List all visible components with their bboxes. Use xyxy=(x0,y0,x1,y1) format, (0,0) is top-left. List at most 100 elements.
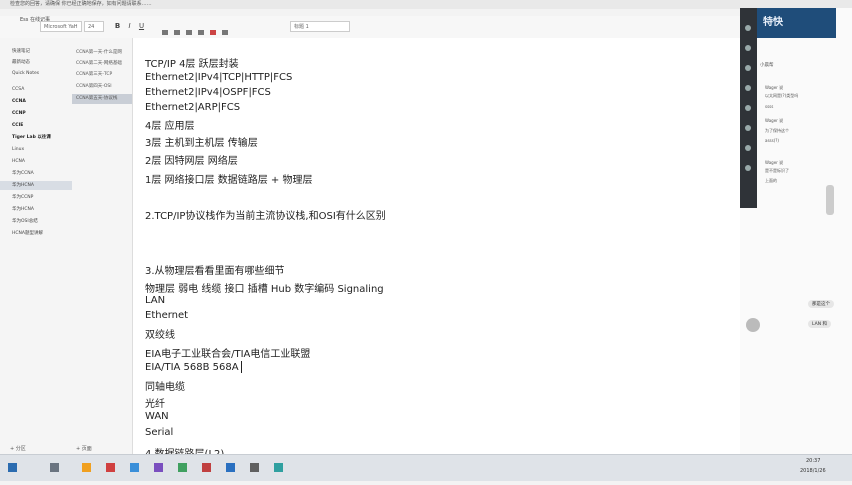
chat-icon xyxy=(745,85,751,91)
page-list-item-selected[interactable]: CCNA第五天-协议栈 xyxy=(76,94,130,103)
page-list-item[interactable]: CCNA第一天-什么是网 xyxy=(76,48,130,57)
share-icon xyxy=(745,65,751,71)
sidebar-section-selected[interactable]: 华为HCNA xyxy=(12,182,72,190)
app-icon xyxy=(226,463,235,472)
chat-header: 特快 xyxy=(757,8,836,38)
users-icon xyxy=(745,105,751,111)
sidebar-section[interactable]: HCNA xyxy=(12,158,72,166)
live-toolbar-strip xyxy=(740,8,757,208)
note-line: EIA电子工业联合会/TIA电信工业联盟 xyxy=(145,349,311,360)
app-icon xyxy=(106,463,115,472)
browser-icon xyxy=(130,463,139,472)
sidebar-section[interactable]: CCNP xyxy=(12,110,72,118)
explorer-icon xyxy=(82,463,91,472)
sidebar-section[interactable]: 华为CCNA xyxy=(12,170,72,178)
note-line: WAN xyxy=(145,411,169,422)
sidebar-section[interactable]: CCIE xyxy=(12,122,72,130)
taskbar-time: 20:37 xyxy=(806,458,821,464)
onenote-icon xyxy=(154,463,163,472)
sidebar-section[interactable]: HCNA题型讲解 xyxy=(12,230,72,238)
note-line: 2层 因特网层 网络层 xyxy=(145,156,238,167)
chat-bubble: 那是这个 xyxy=(808,300,834,308)
note-line: Ethernet2|IPv4|TCP|HTTP|FCS xyxy=(145,72,293,83)
formatting-icons xyxy=(160,22,270,35)
page-list-item[interactable]: CCNA第三天-TCP xyxy=(76,70,130,79)
sidebar-section[interactable]: 华为HCNA xyxy=(12,206,72,214)
highlight-icon xyxy=(210,30,216,35)
align-icon xyxy=(222,30,228,35)
note-editor[interactable]: TCP/IP 4层 跃层封装 Ethernet2|IPv4|TCP|HTTP|F… xyxy=(133,38,740,454)
add-section-button[interactable]: + 分区 xyxy=(10,444,26,454)
note-line: Serial xyxy=(145,427,174,438)
ribbon-toolbar: Ess 在线记事 Microsoft YaH 24 B I U 标题 1 xyxy=(0,16,852,39)
note-line: EIA/TIA 568B 568A xyxy=(145,362,239,373)
start-icon xyxy=(8,463,17,472)
note-line: 2.TCP/IP协议栈作为当前主流协议栈,和OSI有什么区别 xyxy=(145,211,386,222)
font-size-select[interactable]: 24 xyxy=(84,21,104,32)
italic-button[interactable]: I xyxy=(124,21,135,32)
sidebar-section[interactable]: 快速笔记 xyxy=(12,48,72,56)
note-line: 1层 网络接口层 数据链路层 + 物理层 xyxy=(145,175,313,186)
note-line: 4.数据链路层(L2) xyxy=(145,445,224,454)
sidebar-section[interactable]: Quick Notes xyxy=(12,70,72,78)
note-line: 光纤 xyxy=(145,399,165,410)
bullet-list-icon xyxy=(162,30,168,35)
note-line: Ethernet2|ARP|FCS xyxy=(145,102,241,113)
chat-message: 是不是标识了 xyxy=(765,168,789,173)
avatar xyxy=(746,318,760,332)
note-line: 3.从物理层看看里面有哪些细节 xyxy=(145,266,285,277)
note-line: TCP/IP 4层 跃层封装 xyxy=(145,59,239,70)
note-line: 4层 应用层 xyxy=(145,121,195,132)
chat-header-text: 特快 xyxy=(763,17,783,28)
camera-icon xyxy=(745,45,751,51)
sidebar-section[interactable]: Tiger Lab 以往课 xyxy=(12,134,72,142)
chat-bubble: LAN 和 xyxy=(808,320,831,328)
app-icon xyxy=(178,463,187,472)
page-list-item[interactable]: CCNA第四天-OSI xyxy=(76,82,130,91)
note-line: 物理层 弱电 线缆 接口 插槽 Hub 数字编码 Signaling xyxy=(145,284,384,295)
taskbar-icons xyxy=(8,463,283,472)
sidebar-section[interactable]: CCNA xyxy=(12,98,72,106)
chat-message: Wager 说 xyxy=(765,85,784,90)
chat-message: 上面的 xyxy=(765,178,777,183)
chat-message: Wager 说 xyxy=(765,118,784,123)
taskbar: 20:37 2018/1/26 xyxy=(0,454,852,481)
chat-message: Wager 说 xyxy=(765,160,784,165)
page-list-item[interactable]: CCNA第二天-网络基础 xyxy=(76,59,130,68)
app-icon xyxy=(274,463,283,472)
note-line: Ethernet xyxy=(145,310,189,321)
note-line: 同轴电缆 xyxy=(145,382,185,393)
sidebar-section[interactable]: CCSA xyxy=(12,86,72,94)
outdent-icon xyxy=(198,30,204,35)
mic-icon xyxy=(745,25,751,31)
app-icon xyxy=(250,463,259,472)
sidebar-section[interactable]: 华为CCNP xyxy=(12,194,72,202)
chat-message: asss(?) xyxy=(765,138,779,143)
title-bar-text: 检查您的回答，请确保 你已经正确地保存，如有问题请联系…… xyxy=(10,1,152,7)
record-icon xyxy=(745,145,751,151)
bold-button[interactable]: B xyxy=(112,21,123,32)
chat-message: 为了保持这个 xyxy=(765,128,789,133)
add-page-button[interactable]: + 页面 xyxy=(76,444,92,454)
chat-message: 以太网是(?)类型吗 xyxy=(765,93,799,98)
style-select[interactable]: 标题 1 xyxy=(290,21,350,32)
sidebar-section[interactable]: 华为OSI总结 xyxy=(12,218,72,226)
sidebar-footer: + 分区 + 页面 xyxy=(0,444,132,454)
text-cursor xyxy=(241,361,242,373)
note-line: 3层 主机到主机层 传输层 xyxy=(145,138,258,149)
sidebar-section[interactable]: 最新动态 xyxy=(12,59,72,67)
live-toolbar-icons xyxy=(745,25,751,171)
font-name-select[interactable]: Microsoft YaH xyxy=(40,21,82,32)
chat-scrollbar[interactable] xyxy=(826,185,834,215)
note-line: Ethernet2|IPv4|OSPF|FCS xyxy=(145,87,271,98)
sidebar-section[interactable]: Linux xyxy=(12,146,72,154)
indent-icon xyxy=(186,30,192,35)
note-line: 双绞线 xyxy=(145,330,175,341)
title-bar: 检查您的回答，请确保 你已经正确地保存，如有问题请联系…… xyxy=(0,0,852,9)
chat-message: ssss xyxy=(765,104,774,109)
more-icon xyxy=(745,165,751,171)
underline-button[interactable]: U xyxy=(136,21,147,32)
search-icon xyxy=(50,463,59,472)
note-line: LAN xyxy=(145,295,166,306)
chat-status: 小晨帮 xyxy=(760,63,774,68)
